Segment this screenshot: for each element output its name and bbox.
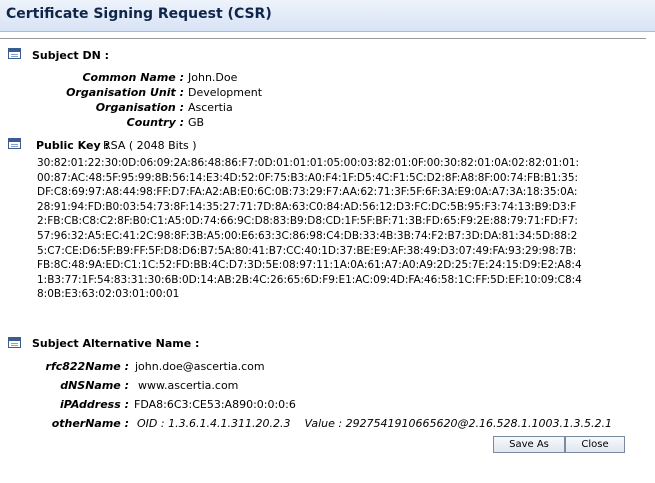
rfc822name-value: john.doe@ascertia.com [135,360,265,373]
organisation-label: Organisation : [95,101,184,114]
org-unit-label: Organisation Unit : [66,86,184,99]
othername-value: OID : 1.3.6.1.4.1.311.20.2.3 Value : 292… [137,417,612,430]
org-unit-value: Development [188,86,263,99]
subject-dn-heading: Subject DN : [32,49,110,62]
dnsname-label: dNSName : [60,379,129,392]
country-label: Country : [126,116,184,129]
title-separator [0,38,646,39]
country-value: GB [188,116,205,129]
ipaddress-value: FDA8:6C3:CE53:A890:0:0:0:6 [134,398,296,411]
rfc822name-label: rfc822Name : [45,360,129,373]
organisation-value: Ascertia [188,101,233,114]
window-title: Certificate Signing Request (CSR) [6,6,272,22]
section-icon [8,138,21,149]
public-key-hex: 30:82:01:22:30:0D:06:09:2A:86:48:86:F7:0… [37,157,582,301]
othername-label: otherName : [51,417,129,430]
dnsname-value: www.ascertia.com [138,379,239,392]
section-icon [8,48,21,59]
ipaddress-label: iPAddress : [60,398,129,411]
save-as-button[interactable]: Save As [493,436,565,453]
section-icon [8,337,21,348]
close-button[interactable]: Close [565,436,625,453]
common-name-label: Common Name : [82,71,184,84]
title-bar: Certificate Signing Request (CSR) [0,0,655,32]
public-key-label: Public Key : [36,139,109,152]
common-name-value: John.Doe [188,71,238,84]
public-key-summary: RSA ( 2048 Bits ) [103,139,197,152]
subject-alt-name-heading: Subject Alternative Name : [32,337,200,350]
